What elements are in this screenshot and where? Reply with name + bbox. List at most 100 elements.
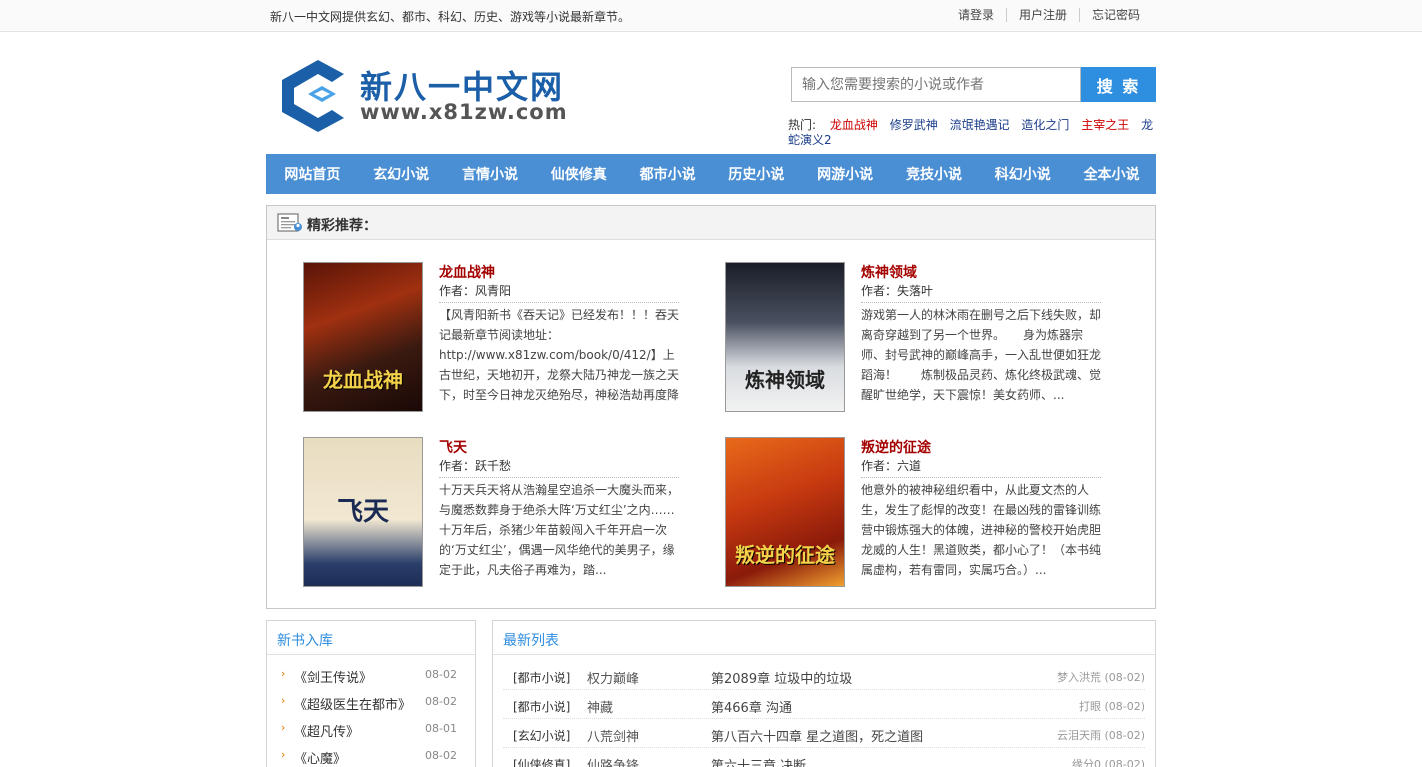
book-link[interactable]: 八荒剑神	[587, 726, 639, 745]
header: 新八一中文网 www.x81zw.com 搜 索 热门: 龙血战神 修罗武神 流…	[266, 32, 1156, 154]
book-description: 【风青阳新书《吞天记》已经发布！！！吞天记最新章节阅读地址：http://www…	[439, 308, 680, 402]
book-title[interactable]: 炼神领域	[861, 262, 917, 282]
book-description: 他意外的被神秘组织看中，从此夏文杰的人生，发生了彪悍的改变！在最凶残的雷锋训练营…	[861, 483, 1102, 577]
book-description: 游戏第一人的林沐雨在删号之后下线失败，却离奇穿越到了另一个世界。 身为炼器宗师、…	[861, 308, 1102, 402]
author-date: 梦入洪荒 (08-02)	[1056, 671, 1145, 684]
nav-xianxia[interactable]: 仙侠修真	[534, 164, 623, 184]
cover-title: 炼神领域	[745, 368, 825, 392]
hot-link[interactable]: 主宰之王	[1081, 118, 1129, 132]
nav-scifi[interactable]: 科幻小说	[978, 164, 1067, 184]
category-label[interactable]: [都市小说]	[513, 669, 570, 686]
nav-completed[interactable]: 全本小说	[1067, 164, 1156, 184]
login-link[interactable]: 请登录	[946, 8, 1006, 22]
book-link[interactable]: 权力巅峰	[587, 668, 639, 687]
search-bar: 搜 索	[791, 67, 1156, 102]
chapter-link[interactable]: 第八百六十四章 星之道图，死之道图	[711, 726, 923, 745]
nav-urban[interactable]: 都市小说	[623, 164, 712, 184]
category-label[interactable]: [玄幻小说]	[513, 727, 570, 744]
nav-romance[interactable]: 言情小说	[446, 164, 535, 184]
cover-title: 飞天	[336, 497, 389, 527]
register-link[interactable]: 用户注册	[1005, 8, 1079, 22]
book-cover[interactable]: 叛逆的征途	[725, 437, 845, 587]
chevron-right-icon: ›	[281, 721, 286, 734]
logo-mark-icon	[282, 60, 344, 132]
author-date: 打眼 (08-02)	[1078, 700, 1145, 713]
nav-history[interactable]: 历史小说	[712, 164, 801, 184]
table-row: [仙侠修真] 仙路争锋 第六十三章 决断 缘分0 (08-02)	[503, 748, 1145, 767]
top-bar: 新八一中文网提供玄幻、都市、科幻、历史、游戏等小说最新章节。 请登录 用户注册 …	[0, 0, 1422, 32]
chevron-right-icon: ›	[281, 667, 286, 680]
book-cover[interactable]: 龙血战神	[303, 262, 423, 412]
book-link[interactable]: 仙路争锋	[587, 755, 639, 767]
update-date: 08-02	[425, 749, 457, 762]
featured-title: 精彩推荐：	[307, 218, 377, 234]
cover-title: 叛逆的征途	[735, 543, 835, 567]
site-tagline: 新八一中文网提供玄幻、都市、科幻、历史、游戏等小说最新章节。	[270, 10, 631, 24]
book-title[interactable]: 叛逆的征途	[861, 437, 931, 457]
update-date: 08-02	[425, 695, 457, 708]
update-date: 08-01	[425, 722, 457, 735]
hot-label: 热门:	[788, 118, 817, 132]
update-date: 08-02	[425, 668, 457, 681]
author-date: 缘分0 (08-02)	[1071, 758, 1145, 767]
new-books-panel: 新书入库 › 《剑王传说》 08-02 › 《超级医生在都市》 08-02 › …	[266, 620, 476, 767]
book-author: 作者：风青阳	[439, 282, 679, 303]
list-item: › 《超凡传》 08-01	[281, 715, 475, 742]
book-title[interactable]: 飞天	[439, 437, 467, 457]
book-link[interactable]: 《超凡传》	[294, 721, 359, 740]
latest-list: [都市小说] 权力巅峰 第2089章 垃圾中的垃圾 梦入洪荒 (08-02) […	[493, 655, 1155, 767]
hot-link[interactable]: 流氓艳遇记	[950, 118, 1010, 132]
featured-header: 精彩推荐：	[267, 206, 1155, 240]
chapter-link[interactable]: 第466章 沟通	[711, 697, 792, 716]
book-description: 十万天兵天将从浩瀚星空追杀一大魔头而来，与魔悉数葬身于绝杀大阵‘万丈红尘’之内……	[439, 483, 681, 577]
featured-book: 叛逆的征途 叛逆的征途 作者：六道 他意外的被神秘组织看中，从此夏文杰的人生，发…	[725, 437, 1105, 597]
nav-home[interactable]: 网站首页	[268, 164, 357, 184]
forgot-password-link[interactable]: 忘记密码	[1078, 8, 1152, 22]
book-title[interactable]: 龙血战神	[439, 262, 495, 282]
book-cover[interactable]: 飞天	[303, 437, 423, 587]
account-links: 请登录 用户注册 忘记密码	[946, 8, 1152, 22]
book-author: 作者：失落叶	[861, 282, 1101, 303]
list-item: › 《心魔》 08-02	[281, 742, 475, 767]
new-books-list: › 《剑王传说》 08-02 › 《超级医生在都市》 08-02 › 《超凡传》…	[267, 655, 475, 767]
newspaper-icon	[277, 213, 302, 232]
book-author: 作者：跃千愁	[439, 457, 679, 478]
book-link[interactable]: 《剑王传说》	[294, 667, 372, 686]
chevron-right-icon: ›	[281, 748, 286, 761]
featured-book: 飞天 飞天 作者：跃千愁 十万天兵天将从浩瀚星空追杀一大魔头而来，与魔悉数葬身于…	[303, 437, 683, 597]
book-author: 作者：六道	[861, 457, 1101, 478]
hot-link[interactable]: 造化之门	[1021, 118, 1069, 132]
new-books-title: 新书入库	[267, 621, 475, 655]
book-cover[interactable]: 炼神领域	[725, 262, 845, 412]
search-input[interactable]	[791, 67, 1081, 102]
table-row: [都市小说] 神藏 第466章 沟通 打眼 (08-02)	[503, 690, 1145, 719]
latest-updates-panel: 最新列表 [都市小说] 权力巅峰 第2089章 垃圾中的垃圾 梦入洪荒 (08-…	[492, 620, 1156, 767]
nav-online-game[interactable]: 网游小说	[801, 164, 890, 184]
chapter-link[interactable]: 第六十三章 决断	[711, 755, 806, 767]
cover-title: 龙血战神	[323, 368, 403, 392]
table-row: [都市小说] 权力巅峰 第2089章 垃圾中的垃圾 梦入洪荒 (08-02)	[503, 661, 1145, 690]
list-item: › 《超级医生在都市》 08-02	[281, 688, 475, 715]
hot-searches: 热门: 龙血战神 修罗武神 流氓艳遇记 造化之门 主宰之王 龙蛇演义2	[788, 118, 1158, 148]
category-label[interactable]: [仙侠修真]	[513, 756, 570, 767]
list-item: › 《剑王传说》 08-02	[281, 661, 475, 688]
author-date: 云泪天雨 (08-02)	[1056, 729, 1145, 742]
nav-xuanhuan[interactable]: 玄幻小说	[357, 164, 446, 184]
main-nav: 网站首页 玄幻小说 言情小说 仙侠修真 都市小说 历史小说 网游小说 竞技小说 …	[266, 154, 1156, 194]
chapter-link[interactable]: 第2089章 垃圾中的垃圾	[711, 668, 852, 687]
bottom-panels: 新书入库 › 《剑王传说》 08-02 › 《超级医生在都市》 08-02 › …	[266, 620, 1156, 767]
nav-competitive[interactable]: 竞技小说	[890, 164, 979, 184]
book-link[interactable]: 《心魔》	[294, 748, 346, 767]
book-link[interactable]: 神藏	[587, 697, 613, 716]
latest-title: 最新列表	[493, 621, 1155, 655]
logo-url: www.x81zw.com	[360, 100, 568, 124]
featured-book: 龙血战神 龙血战神 作者：风青阳 【风青阳新书《吞天记》已经发布！！！吞天记最新…	[303, 262, 683, 422]
featured-book: 炼神领域 炼神领域 作者：失落叶 游戏第一人的林沐雨在删号之后下线失败，却离奇穿…	[725, 262, 1105, 422]
hot-link[interactable]: 龙血战神	[830, 118, 878, 132]
search-button[interactable]: 搜 索	[1081, 67, 1156, 102]
category-label[interactable]: [都市小说]	[513, 698, 570, 715]
site-logo[interactable]: 新八一中文网 www.x81zw.com	[278, 56, 578, 134]
chevron-right-icon: ›	[281, 694, 286, 707]
book-link[interactable]: 《超级医生在都市》	[294, 694, 411, 713]
hot-link[interactable]: 修罗武神	[890, 118, 938, 132]
